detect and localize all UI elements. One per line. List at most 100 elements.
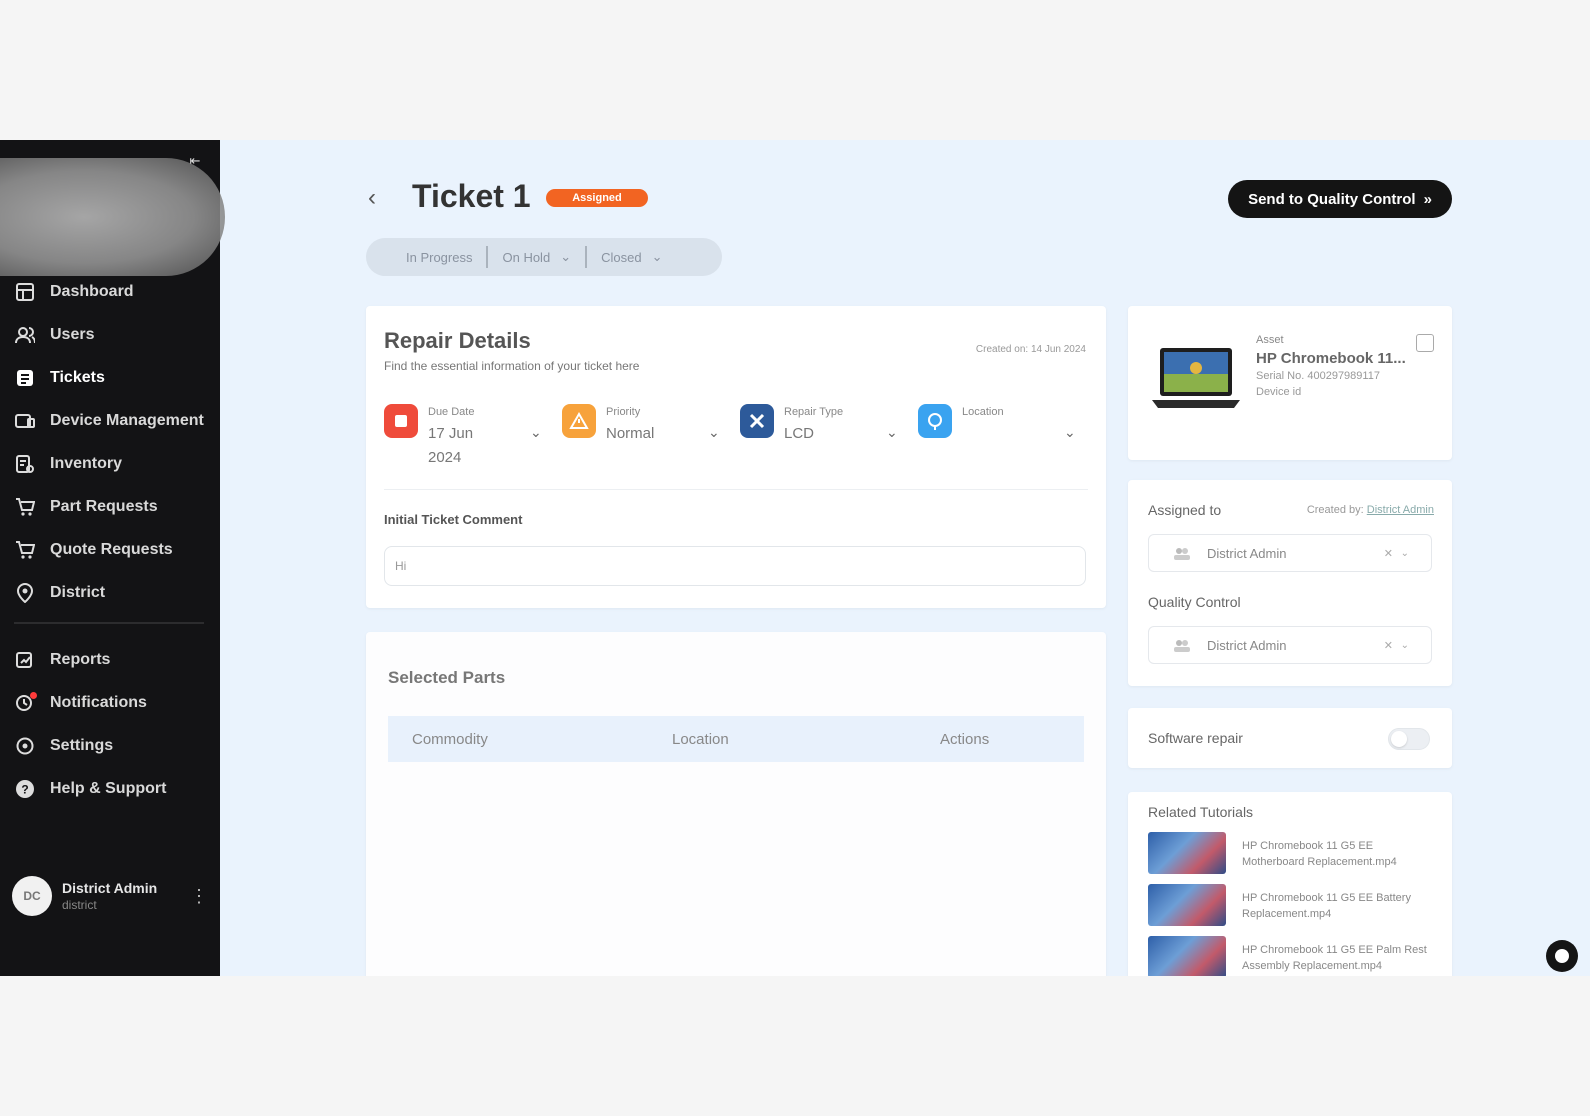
- quality-control-label: Quality Control: [1148, 594, 1241, 610]
- collapse-left-icon[interactable]: ⇤: [186, 152, 204, 170]
- bell-icon: [14, 691, 37, 714]
- laptop-image: [1152, 348, 1240, 408]
- sidebar-item-settings[interactable]: Settings: [0, 724, 220, 767]
- chat-bubble-icon[interactable]: [1546, 940, 1578, 972]
- grid-icon: [14, 281, 36, 303]
- field-value: LCD: [784, 425, 815, 442]
- chevron-down-icon[interactable]: ⌄: [708, 424, 720, 441]
- gear-icon: [14, 735, 36, 757]
- tutorial-item[interactable]: HP Chromebook 11 G5 EE Motherboard Repla…: [1148, 832, 1438, 876]
- sidebar-item-label: Inventory: [50, 454, 123, 472]
- repair-details-title: Repair Details: [384, 328, 531, 353]
- location-icon: [14, 582, 36, 604]
- sidebar-item-part-requests[interactable]: Part Requests: [0, 485, 220, 528]
- quality-control-select[interactable]: District Admin ✕ ⌄: [1148, 626, 1432, 664]
- comment-input[interactable]: [384, 546, 1086, 586]
- sidebar-item-quote-requests[interactable]: Quote Requests: [0, 528, 220, 571]
- sidebar-item-tickets[interactable]: Tickets: [0, 356, 220, 399]
- field-label: Repair Type: [784, 406, 844, 418]
- sidebar-item-inventory[interactable]: Inventory: [0, 442, 220, 485]
- sidebar-item-label: Reports: [50, 650, 111, 668]
- status-tab-label: In Progress: [406, 249, 473, 265]
- sidebar-item-help-support[interactable]: ? Help & Support: [0, 767, 220, 810]
- avatar: DC: [12, 876, 52, 916]
- video-thumbnail: [1148, 936, 1226, 976]
- chevron-down-icon[interactable]: ⌄: [886, 424, 898, 441]
- chevron-down-icon[interactable]: ⌄: [1064, 424, 1076, 441]
- tutorial-title: HP Chromebook 11 G5 EE Battery Replaceme…: [1242, 892, 1411, 920]
- tutorial-title: HP Chromebook 11 G5 EE Motherboard Repla…: [1242, 840, 1397, 868]
- selected-parts-card: Selected Parts Commodity Location Action…: [366, 632, 1106, 976]
- location-field[interactable]: Location ⌄: [918, 404, 1088, 474]
- software-repair-card: Software repair: [1128, 708, 1452, 768]
- back-arrow-icon[interactable]: ‹: [368, 184, 388, 212]
- chevron-down-icon[interactable]: ⌄: [530, 424, 542, 441]
- section-divider: [384, 489, 1088, 490]
- sidebar-item-label: Quote Requests: [50, 540, 173, 558]
- selected-parts-title: Selected Parts: [388, 668, 506, 687]
- repair-type-field[interactable]: Repair Type LCD ⌄: [740, 404, 910, 474]
- parts-table-header: Commodity Location Actions: [388, 716, 1084, 762]
- tutorial-item[interactable]: HP Chromebook 11 G5 EE Palm Rest Assembl…: [1148, 936, 1438, 976]
- column-header-actions: Actions: [940, 730, 990, 748]
- status-tabs: In Progress On Hold ⌄ Closed ⌄: [366, 238, 722, 276]
- clear-icon[interactable]: ✕: [1384, 547, 1393, 560]
- send-to-quality-control-button[interactable]: Send to Quality Control »: [1228, 180, 1452, 218]
- user-role: district: [62, 898, 97, 912]
- quality-control-value: District Admin: [1207, 637, 1287, 653]
- created-by-link[interactable]: District Admin: [1367, 504, 1434, 516]
- send-button-label: Send to Quality Control: [1248, 190, 1416, 208]
- sidebar-item-label: Help & Support: [50, 779, 167, 797]
- chevron-down-icon: ⌄: [651, 249, 663, 264]
- sidebar-item-label: Tickets: [50, 368, 105, 386]
- user-group-icon: [1174, 548, 1190, 560]
- user-profile[interactable]: DC District Admin district ⋮: [12, 874, 208, 918]
- asset-name[interactable]: HP Chromebook 11...: [1256, 350, 1406, 367]
- tutorial-title: HP Chromebook 11 G5 EE Palm Rest Assembl…: [1242, 944, 1427, 972]
- sidebar-item-label: Users: [50, 325, 95, 343]
- software-repair-label: Software repair: [1148, 730, 1243, 746]
- sidebar-divider: [14, 622, 204, 624]
- tools-icon: [740, 404, 774, 438]
- asset-device-id: Device id: [1256, 386, 1302, 398]
- open-external-icon[interactable]: [1416, 334, 1434, 352]
- sidebar-item-device-management[interactable]: Device Management: [0, 399, 220, 442]
- field-label: Location: [962, 406, 1004, 418]
- status-tab-closed[interactable]: Closed ⌄: [585, 246, 676, 268]
- cart-icon: [14, 496, 36, 518]
- tutorial-item[interactable]: HP Chromebook 11 G5 EE Battery Replaceme…: [1148, 884, 1438, 928]
- ticket-icon: [14, 367, 36, 389]
- column-header-location: Location: [672, 730, 729, 748]
- related-tutorials-card: Related Tutorials HP Chromebook 11 G5 EE…: [1128, 792, 1452, 976]
- status-tab-in-progress[interactable]: In Progress: [392, 246, 486, 268]
- sidebar-item-label: Notifications: [50, 693, 147, 711]
- assigned-to-select[interactable]: District Admin ✕ ⌄: [1148, 534, 1432, 572]
- sidebar-item-label: Dashboard: [50, 282, 134, 300]
- sidebar-item-district[interactable]: District: [0, 571, 220, 614]
- clear-icon[interactable]: ✕: [1384, 639, 1393, 652]
- assigned-to-label: Assigned to: [1148, 502, 1222, 518]
- calendar-icon: [384, 404, 418, 438]
- priority-field[interactable]: Priority Normal ⌄: [562, 404, 732, 474]
- sidebar-item-notifications[interactable]: Notifications: [0, 681, 220, 724]
- software-repair-toggle[interactable]: [1388, 728, 1430, 750]
- video-thumbnail: [1148, 884, 1226, 926]
- kebab-menu-icon[interactable]: ⋮: [190, 886, 208, 907]
- chevron-down-icon[interactable]: ⌄: [1401, 640, 1409, 651]
- status-tab-label: On Hold: [502, 249, 551, 265]
- sidebar-item-users[interactable]: Users: [0, 313, 220, 356]
- user-info: District Admin district: [62, 880, 157, 912]
- laptop-icon: [14, 410, 36, 432]
- created-on-text: Created on: 14 Jun 2024: [975, 344, 1086, 355]
- user-group-icon: [1174, 640, 1190, 652]
- sidebar-item-dashboard[interactable]: Dashboard: [0, 270, 220, 313]
- sidebar-item-reports[interactable]: Reports: [0, 638, 220, 681]
- chevron-down-icon[interactable]: ⌄: [1401, 548, 1409, 559]
- status-tab-on-hold[interactable]: On Hold ⌄: [486, 246, 585, 268]
- user-name: District Admin: [62, 880, 158, 896]
- users-icon: [14, 324, 36, 346]
- repair-details-subtitle: Find the essential information of your t…: [384, 359, 640, 373]
- logo: [0, 158, 225, 276]
- asset-label: Asset: [1256, 334, 1284, 346]
- due-date-field[interactable]: Due Date 17 Jun 2024 ⌄: [384, 404, 554, 474]
